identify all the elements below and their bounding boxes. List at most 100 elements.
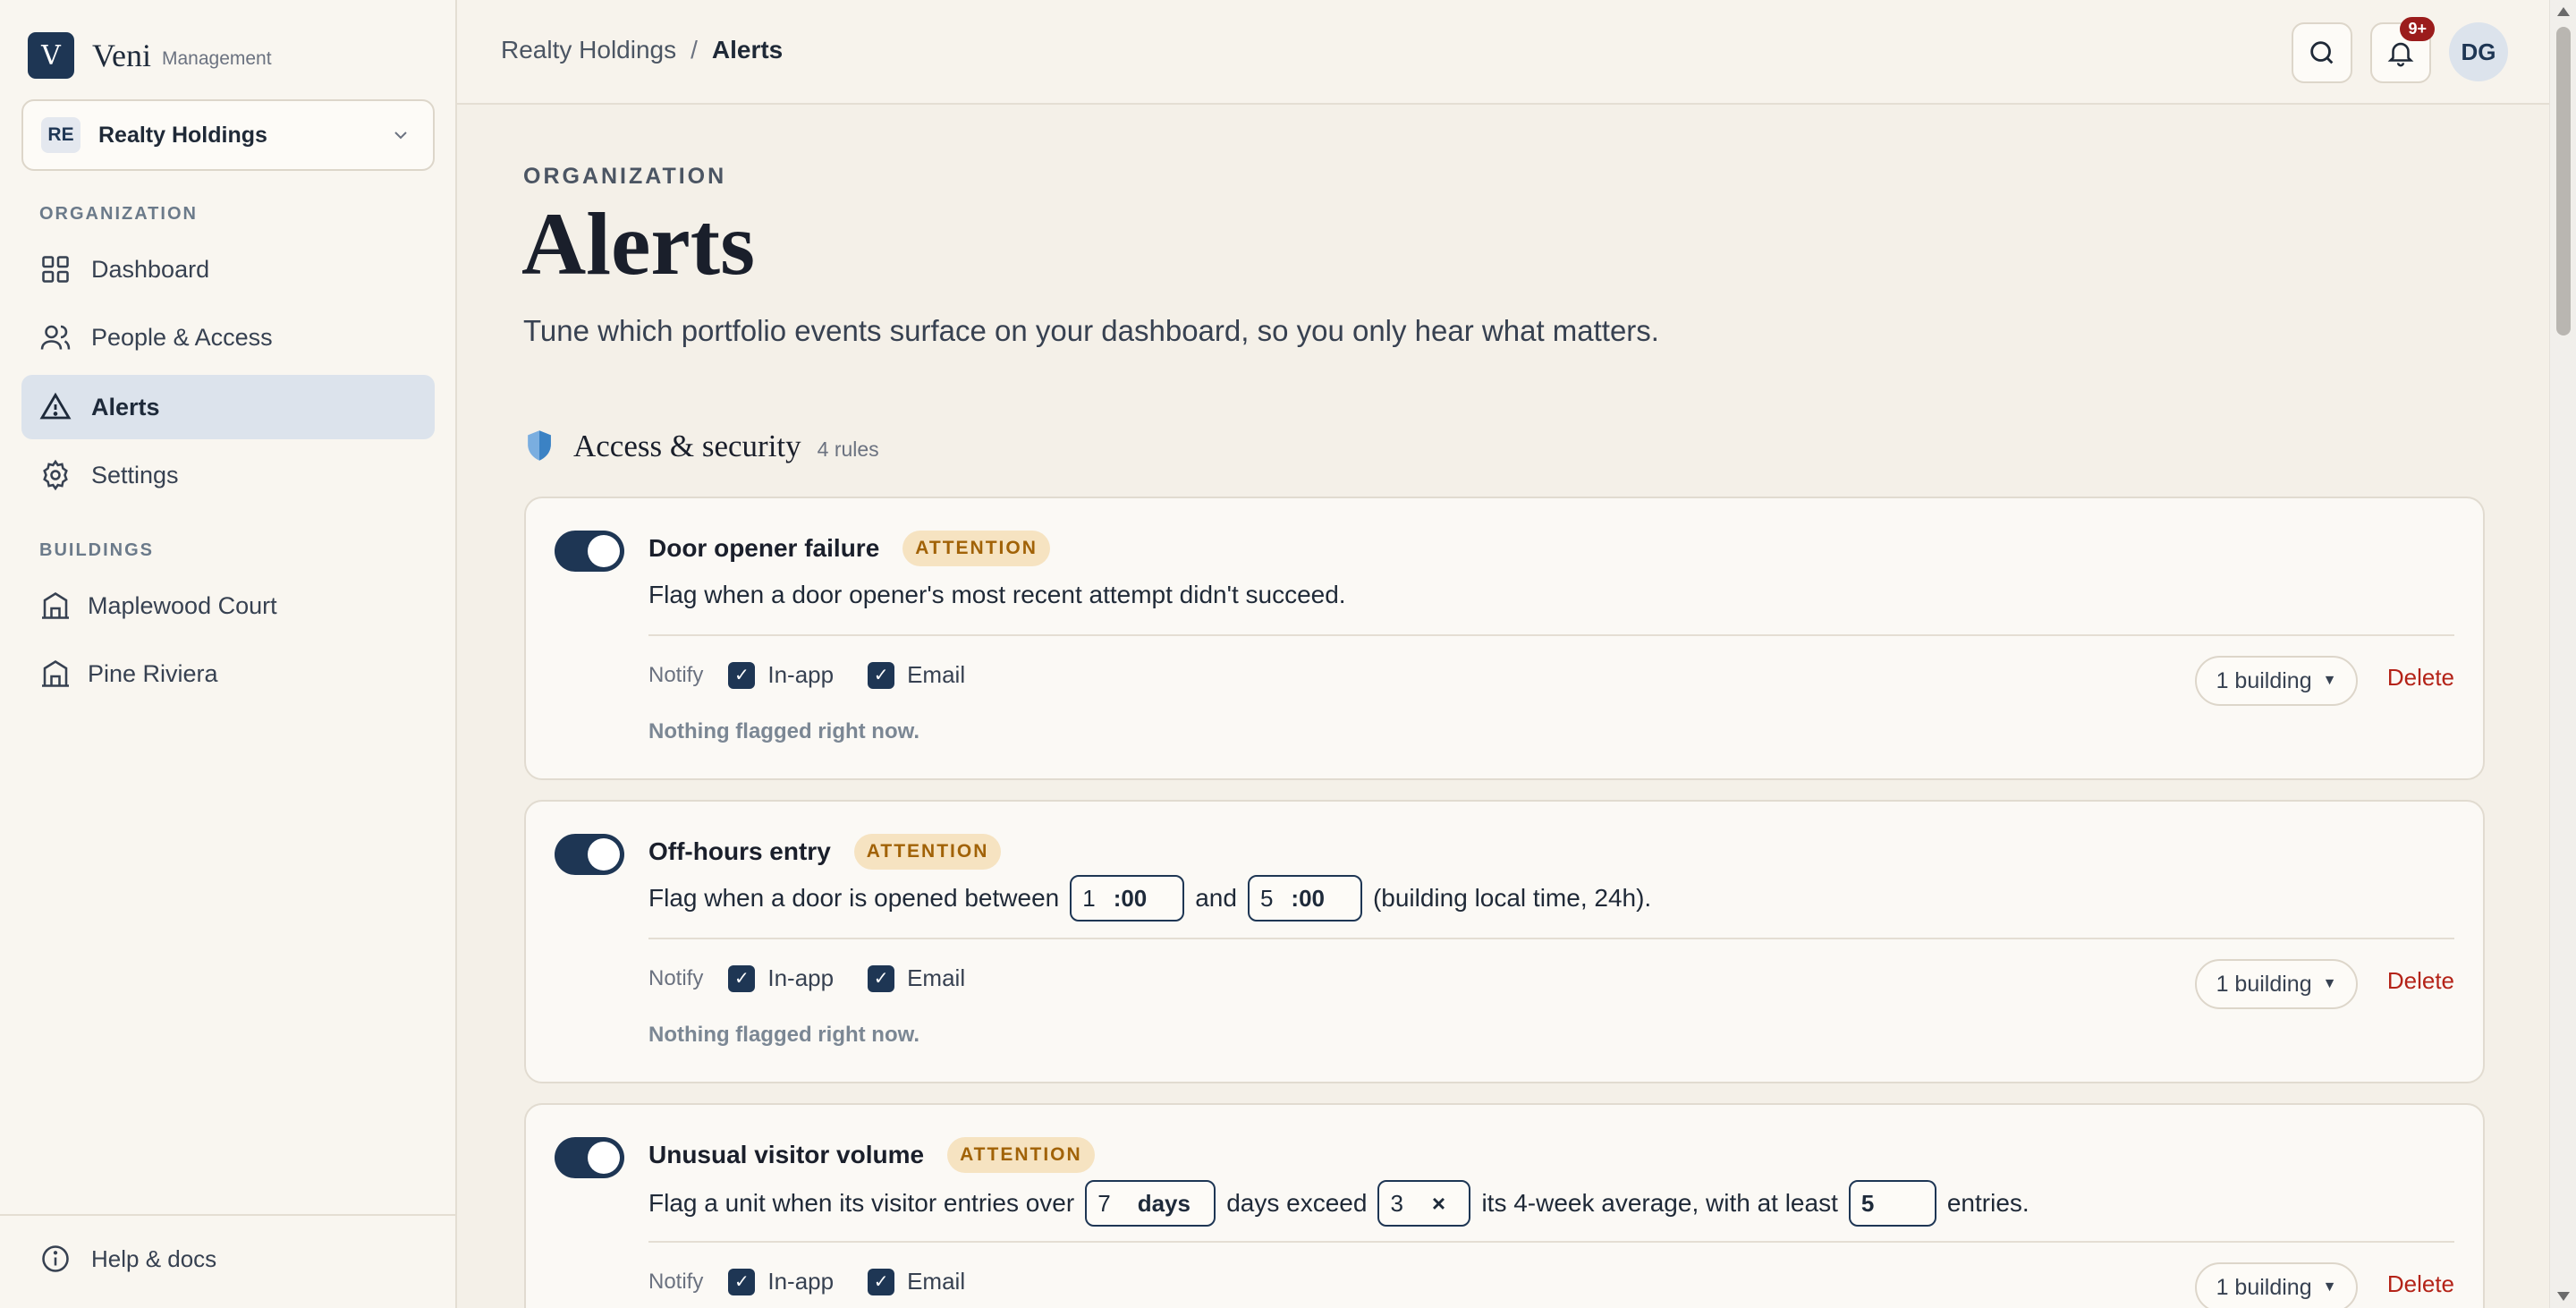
building-scope-select[interactable]: 1 building ▼: [2195, 1262, 2358, 1308]
rule-description-and: and: [1195, 884, 1237, 912]
sidebar-item-label: Pine Riviera: [88, 659, 218, 687]
sidebar: V Veni Management RE Realty Holdings ORG…: [0, 0, 457, 1308]
email-checkbox[interactable]: ✓: [868, 964, 895, 992]
brand-name: Veni: [92, 38, 151, 73]
avatar[interactable]: DG: [2449, 22, 2508, 81]
start-hour-value: 1: [1082, 884, 1096, 912]
building-scope-select[interactable]: 1 building ▼: [2195, 959, 2358, 1009]
email-label: Email: [907, 964, 966, 991]
end-hour-suffix: :00: [1291, 884, 1325, 912]
help-docs-link[interactable]: Help & docs: [39, 1243, 216, 1275]
rule-description-mid2: its 4-week average, with at least: [1481, 1189, 1838, 1217]
building-scope-value: 1 building: [2216, 667, 2312, 693]
rule-title-row: Door opener failure ATTENTION: [648, 531, 1050, 566]
rule-description: Flag a unit when its visitor entries ove…: [648, 1180, 2029, 1227]
attention-tag: ATTENTION: [853, 834, 1002, 870]
grid-icon: [42, 256, 69, 283]
email-label: Email: [907, 1268, 966, 1295]
attention-tag: ATTENTION: [947, 1137, 1095, 1173]
rule-description-suffix: (building local time, 24h).: [1372, 884, 1652, 912]
end-hour-input[interactable]: 5 :00: [1247, 875, 1362, 922]
org-badge: RE: [41, 117, 80, 153]
shield-icon: [528, 430, 551, 461]
sidebar-item-maplewood-court[interactable]: Maplewood Court: [21, 573, 435, 638]
org-section-heading: ORGANIZATION: [39, 204, 198, 224]
sidebar-item-label: Dashboard: [91, 255, 210, 283]
rule-title: Door opener failure: [648, 534, 880, 562]
building-icon: [42, 659, 69, 687]
caret-down-icon: ▼: [2322, 1279, 2337, 1295]
sidebar-item-dashboard[interactable]: Dashboard: [21, 237, 435, 302]
search-button[interactable]: [2292, 22, 2352, 83]
in-app-label: In-app: [767, 964, 835, 991]
min-entries-value: 5: [1860, 1189, 1875, 1217]
chevron-down-icon: [394, 132, 407, 140]
scroll-thumb[interactable]: [2556, 27, 2571, 335]
rule-description-mid: days exceed: [1226, 1189, 1368, 1217]
notifications-button[interactable]: 9+: [2370, 17, 2435, 83]
page-eyebrow: ORGANIZATION: [523, 164, 727, 189]
rule-title-row: Off-hours entry ATTENTION: [648, 834, 1002, 870]
days-window-value: 7: [1097, 1189, 1111, 1217]
divider: [648, 1241, 2454, 1243]
scroll-up-arrow-icon[interactable]: [2557, 7, 2570, 16]
rule-card-off-hours-entry: Off-hours entry ATTENTION Flag when a do…: [524, 800, 2485, 1083]
rule-description-suffix: entries.: [1946, 1189, 2029, 1217]
notify-label: Notify: [648, 965, 704, 990]
scroll-down-arrow-icon[interactable]: [2557, 1292, 2570, 1301]
notify-row: Notify ✓ In-app ✓ Email: [648, 1268, 999, 1295]
sidebar-item-label: Maplewood Court: [88, 591, 277, 619]
breadcrumb-org[interactable]: Realty Holdings: [501, 36, 676, 64]
flag-status: Nothing flagged right now.: [648, 1023, 920, 1047]
notification-count-badge: 9+: [2400, 17, 2435, 41]
multiplier-suffix: ×: [1431, 1189, 1446, 1217]
building-scope-select[interactable]: 1 building ▼: [2195, 656, 2358, 706]
organization-selector[interactable]: RE Realty Holdings: [21, 99, 435, 171]
rule-enabled-toggle[interactable]: [555, 834, 624, 875]
notify-row: Notify ✓ In-app ✓ Email: [648, 661, 999, 689]
section-title: Access & security: [573, 429, 801, 463]
start-hour-input[interactable]: 1 :00: [1070, 875, 1185, 922]
rule-description-text: Flag when a door opener's most recent at…: [648, 581, 1346, 608]
main-content: ORGANIZATION Alerts Tune which portfolio…: [457, 105, 2549, 1308]
days-window-input[interactable]: 7 days: [1085, 1180, 1216, 1227]
in-app-checkbox[interactable]: ✓: [728, 964, 756, 992]
email-checkbox[interactable]: ✓: [868, 661, 895, 689]
rule-title: Off-hours entry: [648, 837, 831, 865]
notify-label: Notify: [648, 662, 704, 687]
caret-down-icon: ▼: [2322, 976, 2337, 991]
in-app-label: In-app: [767, 661, 835, 688]
email-label: Email: [907, 661, 966, 688]
users-icon: [40, 325, 71, 350]
sidebar-item-alerts[interactable]: Alerts: [21, 375, 435, 439]
rule-description: Flag when a door opener's most recent at…: [648, 581, 1346, 609]
in-app-label: In-app: [767, 1268, 835, 1295]
page-scrollbar[interactable]: [2549, 0, 2576, 1308]
brand-logo: V: [28, 32, 74, 79]
in-app-checkbox[interactable]: ✓: [728, 661, 756, 689]
sidebar-item-pine-riviera[interactable]: Pine Riviera: [21, 641, 435, 706]
section-header: Access & security 4 rules: [525, 424, 879, 464]
sidebar-item-settings[interactable]: Settings: [21, 443, 435, 507]
section-rule-count: 4 rules: [817, 437, 879, 461]
email-checkbox[interactable]: ✓: [868, 1268, 895, 1295]
delete-rule-button[interactable]: Delete: [2387, 1270, 2454, 1298]
buildings-section-heading: BUILDINGS: [39, 540, 154, 560]
sidebar-item-people-access[interactable]: People & Access: [21, 305, 435, 369]
rule-enabled-toggle[interactable]: [555, 531, 624, 572]
in-app-checkbox[interactable]: ✓: [728, 1268, 756, 1295]
min-entries-input[interactable]: 5: [1848, 1180, 1936, 1227]
start-hour-suffix: :00: [1113, 884, 1148, 912]
notify-label: Notify: [648, 1269, 704, 1294]
brand[interactable]: V Veni Management: [28, 32, 272, 79]
multiplier-input[interactable]: 3 ×: [1377, 1180, 1471, 1227]
delete-rule-button[interactable]: Delete: [2387, 664, 2454, 692]
rule-enabled-toggle[interactable]: [555, 1137, 624, 1178]
rule-description-prefix: Flag when a door is opened between: [648, 884, 1060, 912]
rule-title: Unusual visitor volume: [648, 1141, 925, 1168]
end-hour-value: 5: [1259, 884, 1274, 912]
alert-triangle-icon: [39, 392, 72, 420]
rule-description: Flag when a door is opened between 1:00 …: [648, 875, 1651, 922]
delete-rule-button[interactable]: Delete: [2387, 967, 2454, 995]
divider: [648, 634, 2454, 636]
